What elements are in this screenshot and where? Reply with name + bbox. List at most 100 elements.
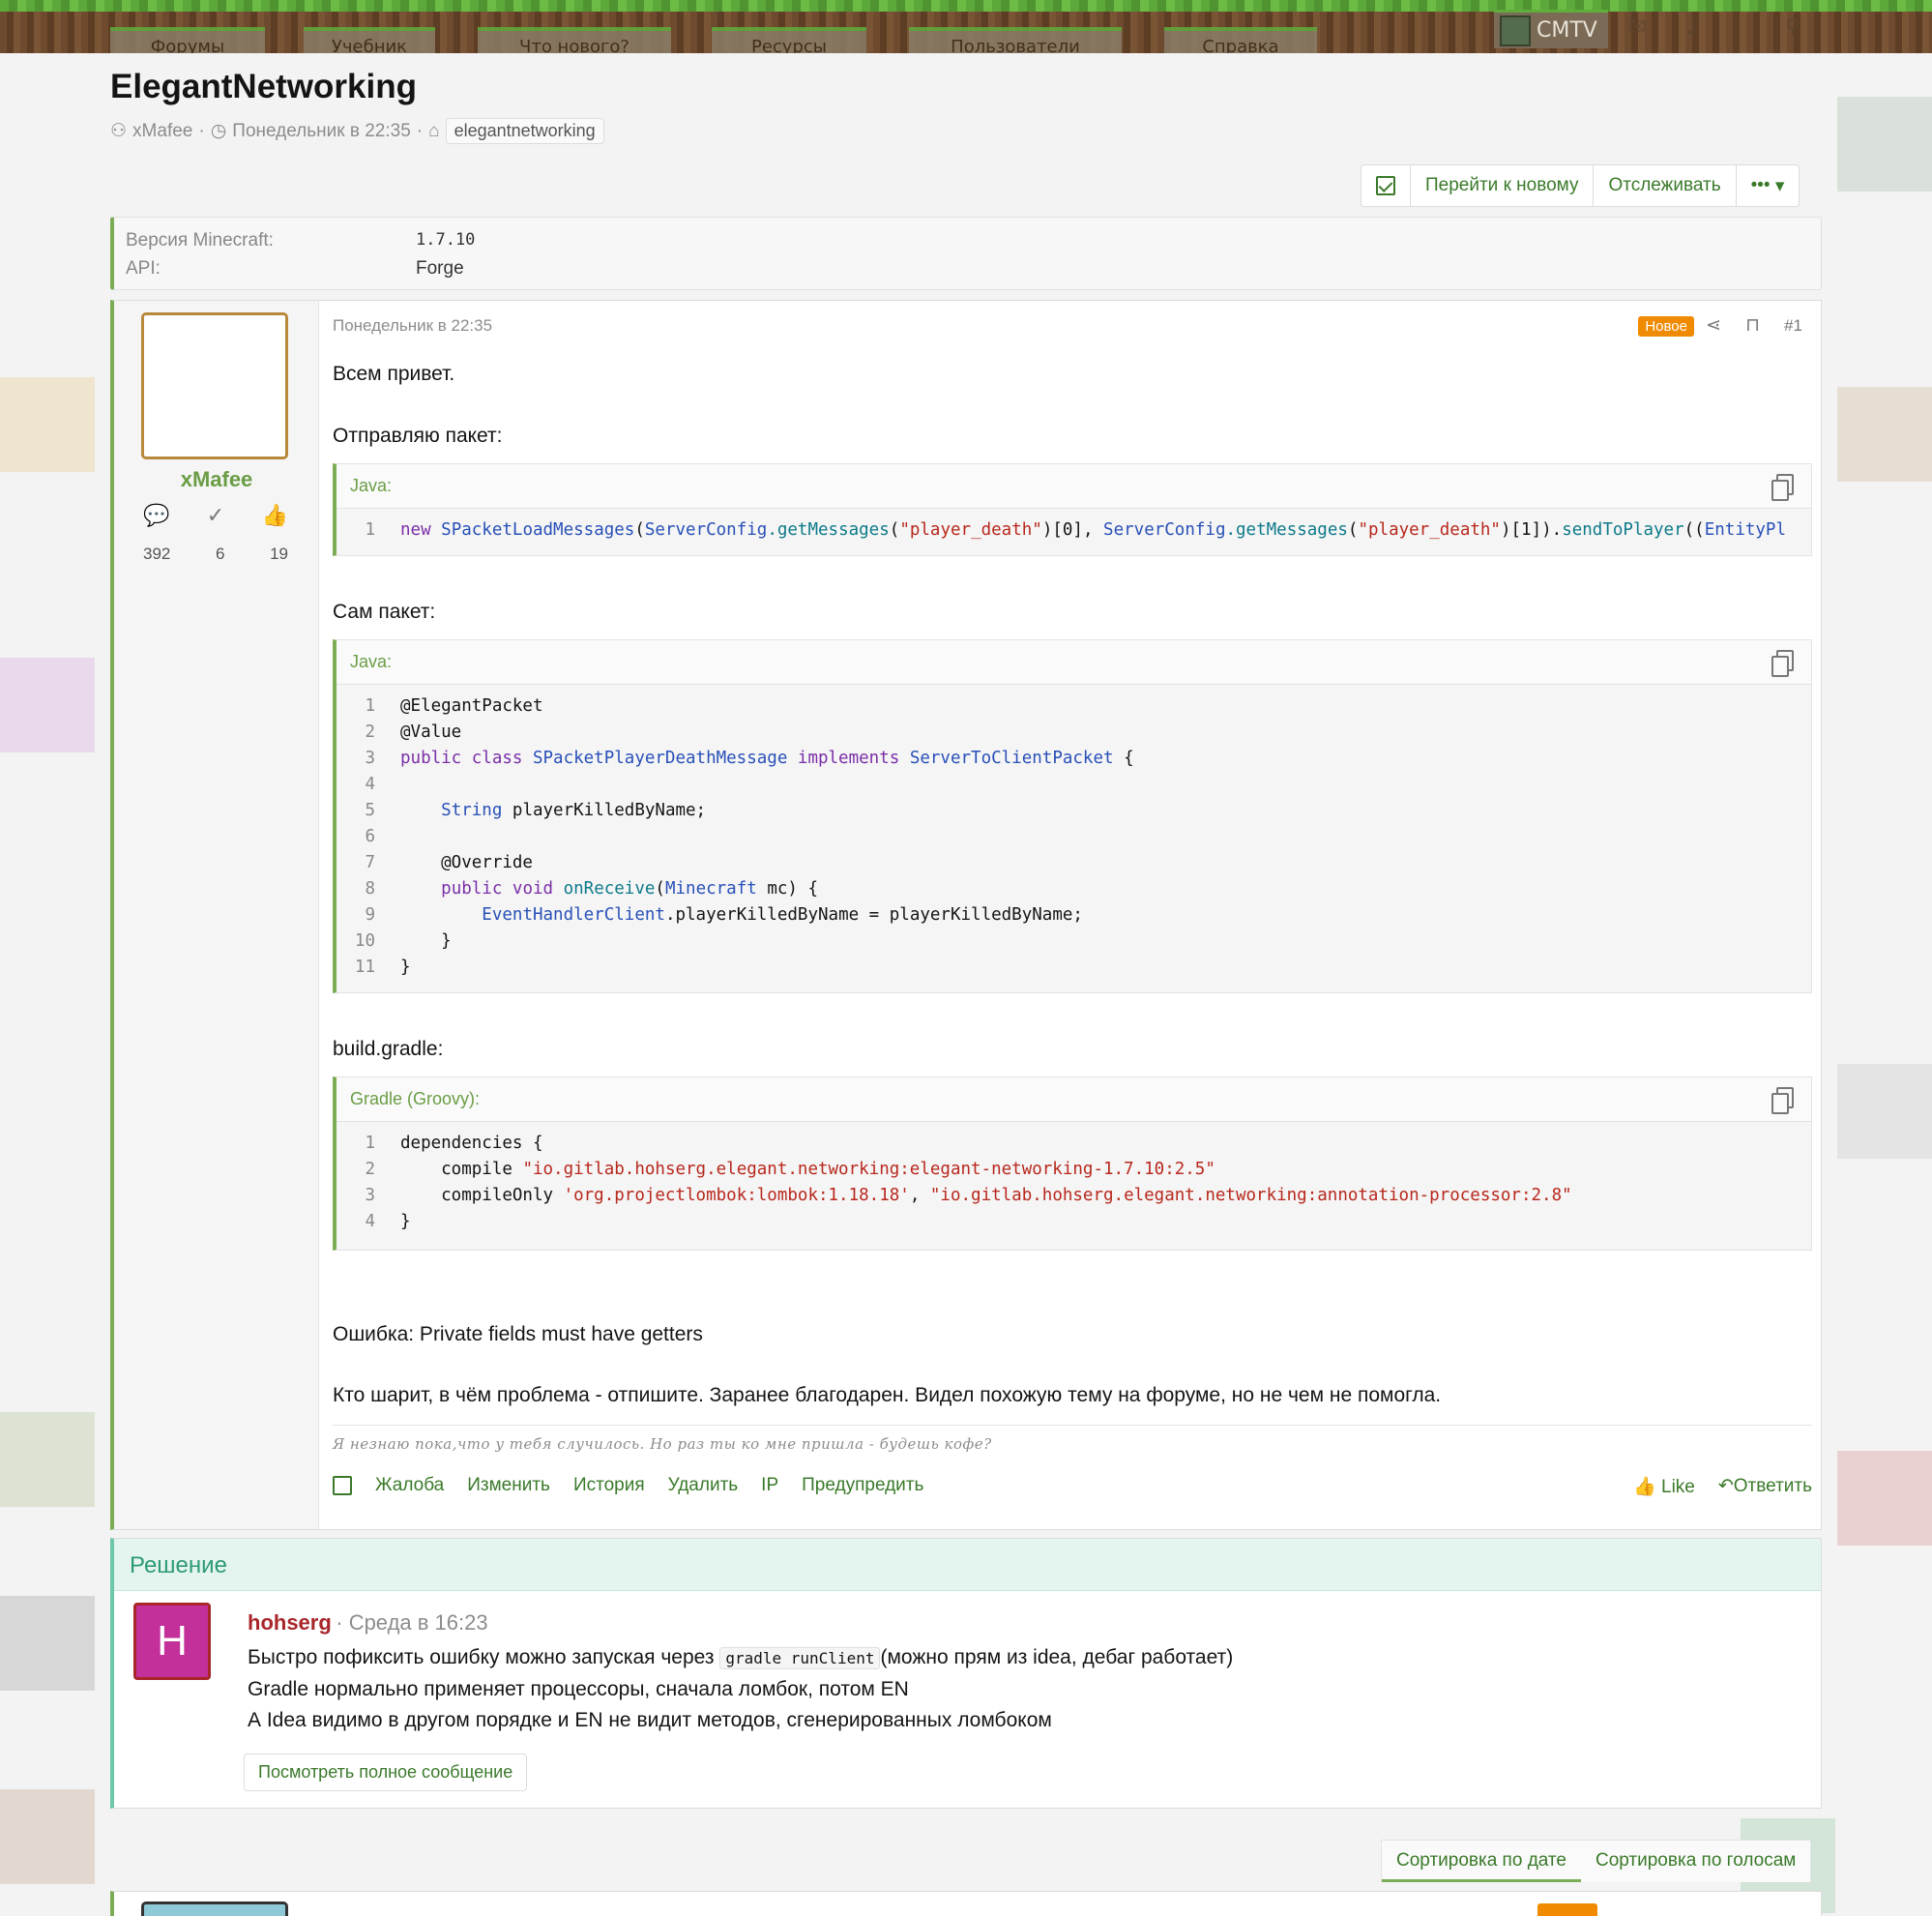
report-link[interactable]: Жалоба (375, 1475, 444, 1496)
line-number: 8 (365, 879, 375, 899)
thread-meta: ⚇ xMafee · ◷ Понедельник в 22:35 · ⌂ ele… (110, 118, 604, 144)
nav-tab-whats-new[interactable]: Что нового? (478, 27, 671, 53)
nav-tab-resources[interactable]: Ресурсы (712, 27, 866, 53)
ip-link[interactable]: IP (761, 1475, 778, 1496)
nav-tab-help[interactable]: Справка (1164, 27, 1317, 53)
line-number: 10 (354, 931, 375, 951)
user-stats-icons: 💬 ✓ 👍 (143, 504, 288, 528)
copy-icon[interactable] (1771, 1087, 1794, 1114)
select-button[interactable] (1361, 165, 1411, 206)
thread-author[interactable]: xMafee (132, 121, 192, 142)
code-body: 1 @ElegantPacket 2 @Value 3 public class SPac… (337, 685, 1811, 995)
more-button[interactable]: ••• ▾ (1737, 165, 1800, 206)
post-date[interactable]: Понедельник в 22:35 (333, 316, 492, 336)
copy-icon[interactable] (1771, 650, 1794, 677)
code-language: Gradle (Groovy): (350, 1089, 481, 1108)
warn-link[interactable]: Предупредить (802, 1475, 923, 1496)
solution-heading: Решение (114, 1539, 1821, 1591)
code-token: SPacketPlayerDeathMessage (532, 749, 798, 768)
post-actions: Жалоба Изменить История Удалить IP Преду… (333, 1475, 1812, 1498)
code-token: (( (1683, 520, 1705, 540)
field-label: Версия Minecraft: (126, 230, 274, 251)
history-link[interactable]: История (573, 1475, 645, 1496)
nav-tab-forums[interactable]: Форумы (110, 27, 265, 53)
sort-by-date-tab[interactable]: Сортировка по дате (1382, 1841, 1581, 1882)
site-header: Форумы Учебник Что нового? Ресурсы Польз… (0, 0, 1932, 53)
post-text: Всем привет. (333, 363, 455, 385)
likes-count: 19 (270, 545, 288, 563)
post-author[interactable]: xMafee (114, 467, 319, 492)
envelope-icon[interactable]: ✉ (1628, 15, 1646, 40)
messages-count: 392 (143, 545, 171, 563)
code-token: public class (400, 749, 533, 768)
checkmark-icon: ✓ (206, 504, 225, 528)
code-token: .playerKilledByName = playerKilledByName… (664, 905, 1083, 925)
sort-by-votes-tab[interactable]: Сортировка по голосам (1581, 1841, 1810, 1882)
thread-tag[interactable]: elegantnetworking (445, 118, 604, 144)
post-user-panel: xMafee 💬 ✓ 👍 392 6 19 (114, 301, 319, 1529)
code-token: ServerToClientPacket (909, 749, 1114, 768)
field-value: Forge (416, 258, 464, 279)
code-line: 11} (337, 958, 1811, 984)
bell-icon[interactable]: ♪ (1686, 15, 1700, 40)
signature: Я незнаю пока,что у тебя случилось. Но р… (333, 1425, 1812, 1453)
line-number: 9 (365, 905, 375, 925)
thread-date[interactable]: Понедельник в 22:35 (232, 121, 411, 142)
sort-tabs: Сортировка по дате Сортировка по голосам (1381, 1840, 1812, 1882)
user-menu[interactable]: CMTV (1494, 10, 1608, 48)
checkbox-icon (1376, 176, 1395, 195)
copy-icon[interactable] (1771, 474, 1794, 501)
select-checkbox[interactable] (333, 1476, 352, 1495)
like-button[interactable]: 👍 Like (1633, 1475, 1695, 1498)
solution-author[interactable]: hohserg (248, 1610, 332, 1635)
code-header: Java: (337, 640, 1811, 685)
code-token: playerKilledByName; (502, 801, 707, 820)
inline-code: gradle runClient (719, 1647, 881, 1669)
code-token: 'org.projectlombok:lombok:1.18.18' (563, 1186, 910, 1205)
code-token: )[0], (1041, 520, 1104, 540)
nav-tab-tutorial[interactable]: Учебник (304, 27, 435, 53)
edit-link[interactable]: Изменить (467, 1475, 550, 1496)
avatar[interactable] (141, 1901, 288, 1916)
code-line: 4} (337, 1212, 1811, 1238)
thumbs-up-icon: 👍 (261, 504, 288, 528)
code-block: Java: 1 @ElegantPacket 2 @Value 3 public clas… (333, 639, 1812, 993)
share-icon[interactable]: ⋖ (1706, 314, 1721, 337)
search-icon[interactable]: ⚲ (1785, 15, 1800, 40)
code-line: 1 @ElegantPacket (337, 696, 1811, 722)
goto-new-button[interactable]: Перейти к новому (1411, 165, 1595, 206)
code-line: 1 new SPacketLoadMessages(ServerConfig.ge… (337, 520, 1811, 546)
avatar[interactable]: H (133, 1603, 211, 1680)
code-text: @Override (400, 853, 533, 879)
view-full-message-button[interactable]: Посмотреть полное сообщение (244, 1754, 528, 1791)
code-token: ( (655, 879, 665, 899)
code-text: } (400, 931, 452, 958)
bookmark-icon[interactable]: ⊓ (1745, 314, 1760, 337)
code-token: ( (889, 520, 900, 540)
code-token: .getMessages (767, 520, 890, 540)
code-text: public void onReceive(Minecraft mc) { (400, 879, 818, 905)
code-line: 3 public class SPacketPlayerDeathMessage … (337, 749, 1811, 775)
reply-button[interactable]: ↶Ответить (1718, 1475, 1812, 1498)
solution-text-part: (можно прям из idea, дебаг работает) (880, 1646, 1234, 1668)
separator: · (198, 120, 205, 141)
solution-date[interactable]: · Среда в 16:23 (336, 1610, 487, 1635)
code-token: } (400, 931, 452, 951)
code-line: 6 (337, 827, 1811, 853)
nav-tab-users[interactable]: Пользователи (909, 27, 1122, 53)
code-token: ( (634, 520, 645, 540)
code-token: EventHandlerClient (482, 905, 665, 925)
code-line: 7 @Override (337, 853, 1811, 879)
delete-link[interactable]: Удалить (668, 1475, 739, 1496)
code-language: Java: (350, 476, 393, 495)
code-token: Minecraft (664, 879, 757, 899)
line-number: 1 (365, 1134, 375, 1153)
solutions-count: 6 (215, 545, 225, 563)
reply-icon: ↶ (1717, 1476, 1734, 1496)
line-number: 4 (365, 775, 375, 794)
watch-button[interactable]: Отслеживать (1594, 165, 1737, 206)
post-number[interactable]: #1 (1784, 316, 1802, 336)
reply-label: Ответить (1733, 1476, 1812, 1496)
line-number: 1 (365, 520, 375, 540)
avatar[interactable] (141, 312, 288, 459)
